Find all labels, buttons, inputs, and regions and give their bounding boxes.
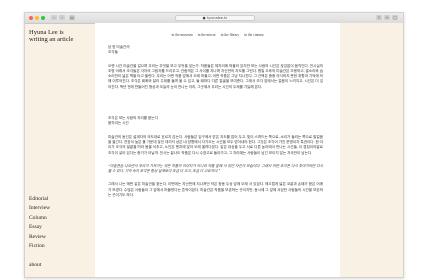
nav-item-about[interactable]: about	[29, 261, 50, 270]
menu-item-cinema[interactable]: in the cinema	[244, 33, 263, 37]
new-tab-icon[interactable]: +	[384, 15, 390, 20]
nav-item-essay[interactable]: Essay	[29, 223, 50, 232]
article-panel: in the museum in the mirror in the libra…	[95, 23, 340, 277]
article-paragraph-3: 그래서 나는 매번 같은 미술관을 찾는다. 이번에는 지난번에 지나쳐던 작은…	[108, 182, 323, 198]
zoom-window-button[interactable]	[41, 16, 45, 20]
site-nav: Editorial Interview Column Essay Review …	[29, 195, 50, 271]
nav-item-column[interactable]: Column	[29, 214, 50, 223]
site-sidebar: Hyuna Lee is writing an article Editoria…	[25, 23, 77, 277]
back-button[interactable]: ‹	[51, 15, 57, 20]
article-menu: in the museum in the mirror in the libra…	[95, 33, 340, 37]
right-margin	[340, 23, 403, 277]
tabs-overview-icon[interactable]: ▢	[392, 15, 398, 20]
nav-item-editorial[interactable]: Editorial	[29, 195, 50, 204]
article-paragraph-1: 오랜 시간 미술관을 걸으며 우리는 무엇을 보고 무엇을 잊는가. 작품들은 …	[108, 63, 323, 89]
article-body: 남 한 미술관의 조각들 오랜 시간 미술관을 걸으며 우리는 무엇을 보고 무…	[108, 45, 323, 198]
nav-item-review[interactable]: Review	[29, 233, 50, 242]
nav-item-fiction[interactable]: Fiction	[29, 242, 50, 251]
browser-window: ‹ › ▤ ● hyunalee.kr ⇧ + ▢ Hyuna Lee is w…	[24, 12, 404, 278]
menu-item-library[interactable]: in the library	[221, 33, 240, 37]
sidebar-toggle-icon[interactable]: ▤	[69, 15, 75, 20]
nav-item-interview[interactable]: Interview	[29, 204, 50, 213]
menu-item-museum[interactable]: in the museum	[172, 33, 193, 37]
site-title[interactable]: Hyuna Lee is writing an article	[29, 29, 77, 43]
article-heading-line2: 조각들	[108, 50, 118, 55]
share-icon[interactable]: ⇧	[376, 15, 382, 20]
forward-button[interactable]: ›	[59, 15, 65, 20]
address-bar[interactable]: ● hyunalee.kr	[175, 15, 255, 21]
article-subheading-2: 움직이는 시선	[108, 121, 129, 126]
article-quote: “미술관을 나오면서 우리가 가져가는 것은 작품의 이미지가 아니라 작품 앞…	[108, 163, 323, 174]
article-paragraph-2: 미술관의 동선은 설계자의 의도대로 흐르지 않는다. 사람들은 입구에서 받은…	[108, 134, 323, 155]
close-window-button[interactable]	[29, 16, 33, 20]
minimize-window-button[interactable]	[35, 16, 39, 20]
menu-item-mirror[interactable]: in the mirror	[198, 33, 216, 37]
